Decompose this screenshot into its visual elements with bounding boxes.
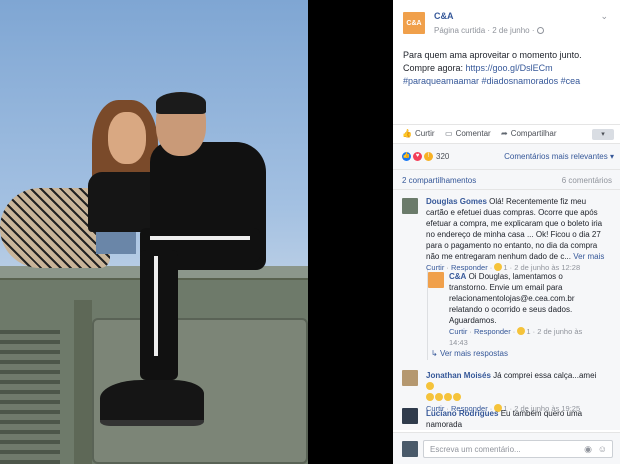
post-link[interactable]: https://goo.gl/DslECm <box>466 63 553 73</box>
camera-icon[interactable]: ◉ <box>584 444 592 455</box>
post-hashtags[interactable]: #paraqueamaamar #diadosnamorados #cea <box>403 75 613 88</box>
photo-man-hair <box>156 92 206 114</box>
post-meta-text: Página curtida · 2 de junho · <box>434 26 535 35</box>
share-arrow-icon: ➦ <box>501 129 508 138</box>
comment-button[interactable]: ▭ Comentar <box>445 129 491 138</box>
comment-sort-label: Comentários mais relevantes <box>504 152 608 161</box>
comment-author[interactable]: Luciano Rodrigues <box>426 409 498 418</box>
reactions-bar: 👍 ♥ ! 320 Comentários mais relevantes ▾ <box>393 144 620 170</box>
heart-eyes-emoji-icon <box>444 393 452 401</box>
comments-list: Douglas Gomes Olá! Recentemente fiz meu … <box>393 190 620 430</box>
post-body: Para quem ama aproveitar o momento junto… <box>403 49 613 88</box>
love-reaction-icon[interactable]: ♥ <box>413 152 422 161</box>
reaction-icon <box>494 263 503 271</box>
action-bar: 👍 Curtir ▭ Comentar ➦ Compartilhar ▾ <box>393 124 620 144</box>
comment-author[interactable]: C&A <box>449 272 466 281</box>
avatar[interactable] <box>402 198 418 214</box>
heart-eyes-emoji-icon <box>426 393 434 401</box>
shares-count-link[interactable]: 2 compartilhamentos <box>402 176 476 185</box>
comment-composer: Escreva um comentário... ◉ ☺ <box>393 432 620 464</box>
photo-man-leg <box>140 250 178 380</box>
avatar[interactable] <box>402 408 418 424</box>
comment-text: Oi Douglas, lamentamos o transtorno. Env… <box>449 272 575 325</box>
comment-placeholder: Escreva um comentário... <box>430 445 521 454</box>
comments-count: 6 comentários <box>561 176 612 185</box>
reaction-count[interactable]: 320 <box>436 152 449 161</box>
heart-eyes-emoji-icon <box>426 382 434 390</box>
share-label: Compartilhar <box>510 129 557 138</box>
comment-author[interactable]: Jonathan Moisés <box>426 371 491 380</box>
comment-text: Já comprei essa calça...amei <box>493 371 597 380</box>
audience-selector-icon[interactable]: ▾ <box>592 129 614 140</box>
post-text-prefix: Compre agora: <box>403 63 466 73</box>
reply-arrow-icon: ↳ <box>431 349 438 358</box>
reaction-icon <box>517 327 526 335</box>
like-label: Curtir <box>414 129 435 138</box>
comment-label: Comentar <box>455 129 491 138</box>
chevron-down-icon[interactable]: ⌄ <box>600 11 608 22</box>
photo-sneaker <box>100 380 204 426</box>
heart-eyes-emoji-icon <box>435 393 443 401</box>
comment-date[interactable]: 2 de junho às 14:43 <box>449 327 582 347</box>
photo-woman-face <box>108 112 146 164</box>
more-replies-label: Ver mais respostas <box>439 349 508 358</box>
photo-pants-stripe <box>150 236 250 240</box>
comment-like-link[interactable]: Curtir <box>426 263 444 272</box>
photo-pipe <box>74 300 92 464</box>
post-meta: Página curtida · 2 de junho · <box>434 26 544 35</box>
post-sidebar: C&A C&A Página curtida · 2 de junho · ⌄ … <box>393 0 620 464</box>
see-more-link[interactable]: Ver mais <box>573 252 604 261</box>
speech-bubble-icon: ▭ <box>445 129 453 138</box>
sticker-icon[interactable]: ☺ <box>598 444 607 454</box>
comment-reaction-count: 1 <box>526 327 531 336</box>
globe-icon <box>536 27 544 34</box>
page-logo[interactable]: C&A <box>403 12 425 34</box>
comment: Douglas Gomes Olá! Recentemente fiz meu … <box>426 196 606 273</box>
page-name-link[interactable]: C&A <box>434 11 454 21</box>
comment: Luciano Rodrigues Eu também quero uma na… <box>426 408 606 430</box>
share-button[interactable]: ➦ Compartilhar <box>501 129 557 138</box>
facebook-photo-viewer: C&A C&A Página curtida · 2 de junho · ⌄ … <box>0 0 620 464</box>
post-photo[interactable] <box>0 0 308 464</box>
emoji-row <box>426 392 606 403</box>
share-stats: 2 compartilhamentos 6 comentários <box>393 170 620 190</box>
comment-reply-link[interactable]: Responder <box>474 327 511 336</box>
comment-reply: C&A Oi Douglas, lamentamos o transtorno.… <box>449 271 599 348</box>
avatar <box>402 441 418 457</box>
wow-reaction-icon[interactable]: ! <box>424 152 433 161</box>
photo-vent <box>0 330 60 464</box>
photo-pants-stripe <box>154 256 158 356</box>
avatar[interactable] <box>402 370 418 386</box>
thumbs-up-icon: 👍 <box>402 129 412 138</box>
comment-meta: Curtir · Responder · 1 · 2 de junho às 1… <box>449 327 583 347</box>
comment-input[interactable]: Escreva um comentário... ◉ ☺ <box>423 440 613 458</box>
post-header: C&A C&A Página curtida · 2 de junho · ⌄ <box>393 0 620 38</box>
like-reaction-icon[interactable]: 👍 <box>402 152 411 161</box>
comment-like-link[interactable]: Curtir <box>449 327 467 336</box>
more-replies-link[interactable]: ↳ Ver mais respostas <box>431 348 508 359</box>
heart-eyes-emoji-icon <box>453 393 461 401</box>
post-text-line: Para quem ama aproveitar o momento junto… <box>403 50 582 60</box>
post-text-line: Compre agora: https://goo.gl/DslECm <box>403 62 613 75</box>
comment-sort-dropdown[interactable]: Comentários mais relevantes ▾ <box>504 152 614 161</box>
like-button[interactable]: 👍 Curtir <box>402 129 435 138</box>
comment-author[interactable]: Douglas Gomes <box>426 197 487 206</box>
avatar[interactable] <box>428 272 444 288</box>
